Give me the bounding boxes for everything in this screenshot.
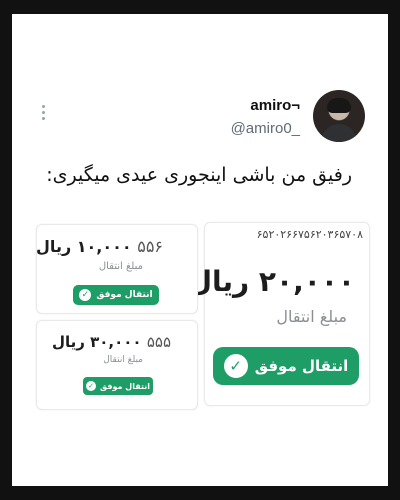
check-icon: ✓	[79, 289, 92, 301]
transfer-amount: ۲۰,۰۰۰ ریال	[187, 265, 355, 298]
display-name[interactable]: amiro¬	[250, 97, 300, 114]
success-status-label: انتقال موفق	[100, 381, 150, 391]
tweet-post-card: amiro¬ @amiro0_ رفیق من باشی اینجوری عید…	[12, 14, 388, 486]
success-status-badge: انتقال موفق ✓	[73, 285, 159, 305]
avatar[interactable]	[313, 90, 365, 142]
success-status-label: انتقال موفق	[254, 357, 349, 375]
receipt-card-small-top: ۵۵۶ ۱۰,۰۰۰ ریال مبلغ انتقال انتقال موفق …	[36, 224, 198, 314]
transfer-amount: ۵۵۵ ۳۰,۰۰۰ ریال	[51, 333, 171, 351]
success-status-label: انتقال موفق	[96, 290, 153, 300]
check-icon: ✓	[223, 354, 248, 378]
more-options-icon[interactable]	[38, 102, 48, 126]
user-handle[interactable]: @amiro0_	[231, 120, 300, 137]
transfer-amount: ۵۵۶ ۱۰,۰۰۰ ریال	[36, 237, 163, 256]
check-icon: ✓	[86, 381, 97, 391]
tracking-number: ۶۵۲۰۲۶۶۷۵۶۲۰۳۶۵۷۰۸	[256, 228, 363, 241]
transfer-amount-label: مبلغ انتقال	[276, 307, 347, 326]
success-status-badge: انتقال موفق ✓	[213, 347, 359, 385]
receipt-card-main: ۶۵۲۰۲۶۶۷۵۶۲۰۳۶۵۷۰۸ ۲۰,۰۰۰ ریال مبلغ انتق…	[188, 222, 370, 406]
receipt-card-small-bottom: ۵۵۵ ۳۰,۰۰۰ ریال مبلغ انتقال انتقال موفق …	[36, 320, 198, 410]
transfer-amount-label: مبلغ انتقال	[103, 355, 143, 365]
success-status-badge: انتقال موفق ✓	[83, 377, 153, 395]
transfer-amount-label: مبلغ انتقال	[98, 261, 143, 272]
tweet-text: رفیق من باشی اینجوری عیدی میگیری:	[46, 164, 352, 186]
